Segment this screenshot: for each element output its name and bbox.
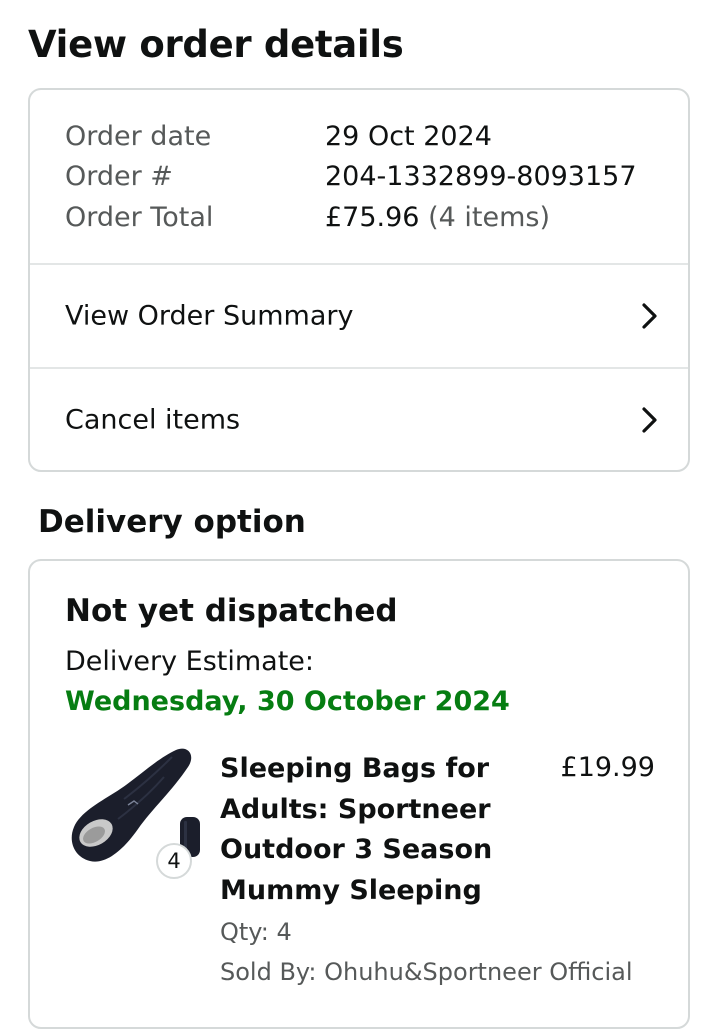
quantity-badge: 4 — [156, 843, 192, 879]
order-info-card: Order date 29 Oct 2024 Order # 204-13328… — [28, 88, 690, 472]
order-info-section: Order date 29 Oct 2024 Order # 204-13328… — [30, 90, 688, 265]
order-number-value: 204-1332899-8093157 — [325, 161, 637, 192]
order-total-item-count: (4 items) — [428, 202, 550, 233]
chevron-right-icon — [642, 406, 657, 433]
delivery-estimate-date: Wednesday, 30 October 2024 — [65, 686, 510, 717]
order-number-label: Order # — [65, 161, 173, 192]
order-total-value: £75.96 (4 items) — [325, 201, 550, 235]
order-total-label: Order Total — [65, 202, 214, 233]
delivery-estimate-label: Delivery Estimate: — [65, 646, 315, 677]
cancel-items-link[interactable]: Cancel items — [30, 369, 688, 470]
delivery-option-heading: Delivery option — [38, 504, 306, 540]
view-order-summary-link[interactable]: View Order Summary — [30, 265, 688, 369]
chevron-right-icon — [642, 303, 657, 329]
product-title-link[interactable]: Sleeping Bags for Adults: Sportneer Outd… — [220, 749, 520, 911]
shipment-status: Not yet dispatched — [65, 593, 398, 629]
delivery-card: Not yet dispatched Delivery Estimate: We… — [28, 559, 690, 1029]
view-order-summary-label: View Order Summary — [65, 300, 354, 332]
page-title: View order details — [28, 23, 404, 66]
order-date-value: 29 Oct 2024 — [325, 121, 492, 152]
product-price: £19.99 — [560, 752, 655, 783]
cancel-items-label: Cancel items — [65, 404, 241, 435]
order-total-amount: £75.96 — [325, 202, 420, 233]
order-date-label: Order date — [65, 121, 212, 152]
product-quantity: Qty: 4 — [220, 918, 292, 946]
product-seller: Sold By: Ohuhu&Sportneer Official — [220, 958, 633, 986]
